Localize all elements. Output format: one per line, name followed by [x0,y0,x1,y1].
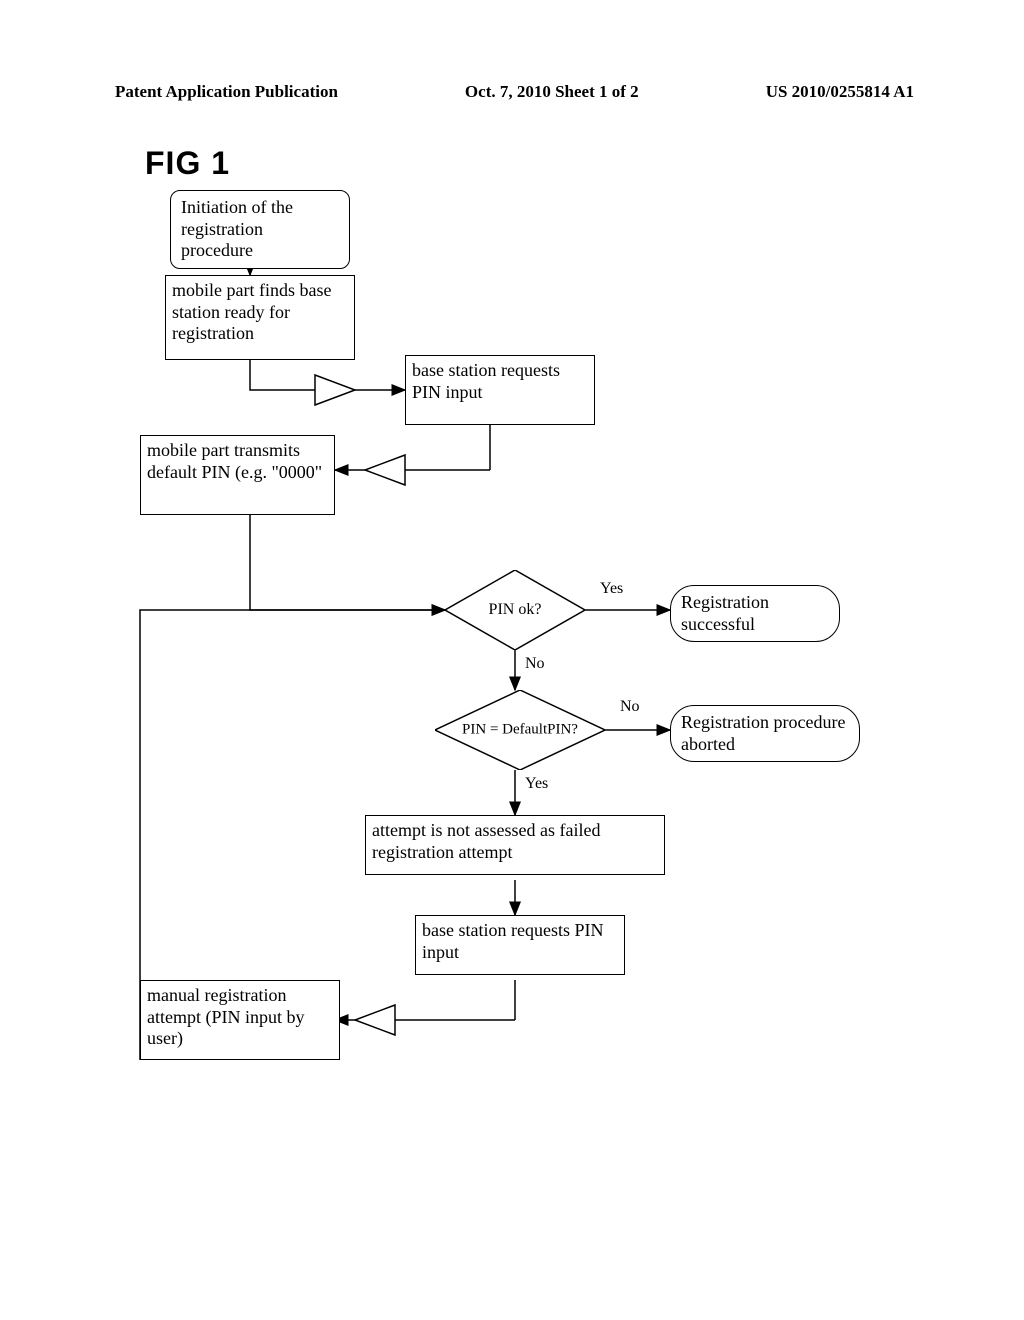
term-aborted-text: Registration procedure aborted [681,712,845,754]
figure-label: FIG 1 [145,145,230,182]
header-center: Oct. 7, 2010 Sheet 1 of 2 [465,82,639,102]
term-aborted: Registration procedure aborted [670,705,860,762]
box-txdef-text: mobile part transmits default PIN (e.g. … [147,440,322,482]
start-terminator: Initiation of the registration procedure [170,190,350,269]
box-req2: base station requests PIN input [415,915,625,975]
header-left: Patent Application Publication [115,82,338,102]
label-pinok-no: No [525,655,545,673]
box-req2-text: base station requests PIN input [422,920,603,962]
flowchart: Initiation of the registration procedure… [95,180,925,1280]
label-pinok-yes: Yes [600,580,623,598]
box-txdef: mobile part transmits default PIN (e.g. … [140,435,335,515]
box-notfailed: attempt is not assessed as failed regist… [365,815,665,875]
box-find-text: mobile part finds base station ready for… [172,280,331,343]
box-req1-text: base station requests PIN input [412,360,560,402]
term-success: Registration successful [670,585,840,642]
box-find: mobile part finds base station ready for… [165,275,355,360]
term-success-text: Registration successful [681,592,769,634]
diamond-pindef: PIN = DefaultPIN? [435,690,605,770]
label-pindef-no: No [620,698,640,716]
start-text: Initiation of the registration procedure [181,197,293,260]
box-notfailed-text: attempt is not assessed as failed regist… [372,820,600,862]
header-right: US 2010/0255814 A1 [766,82,914,102]
label-pindef-yes: Yes [525,775,548,793]
box-req1: base station requests PIN input [405,355,595,425]
box-manual: manual registration attempt (PIN input b… [140,980,340,1060]
diamond-pinok-text: PIN ok? [489,601,542,619]
diamond-pindef-text: PIN = DefaultPIN? [462,722,578,739]
box-manual-text: manual registration attempt (PIN input b… [147,985,304,1048]
diamond-pinok: PIN ok? [445,570,585,650]
